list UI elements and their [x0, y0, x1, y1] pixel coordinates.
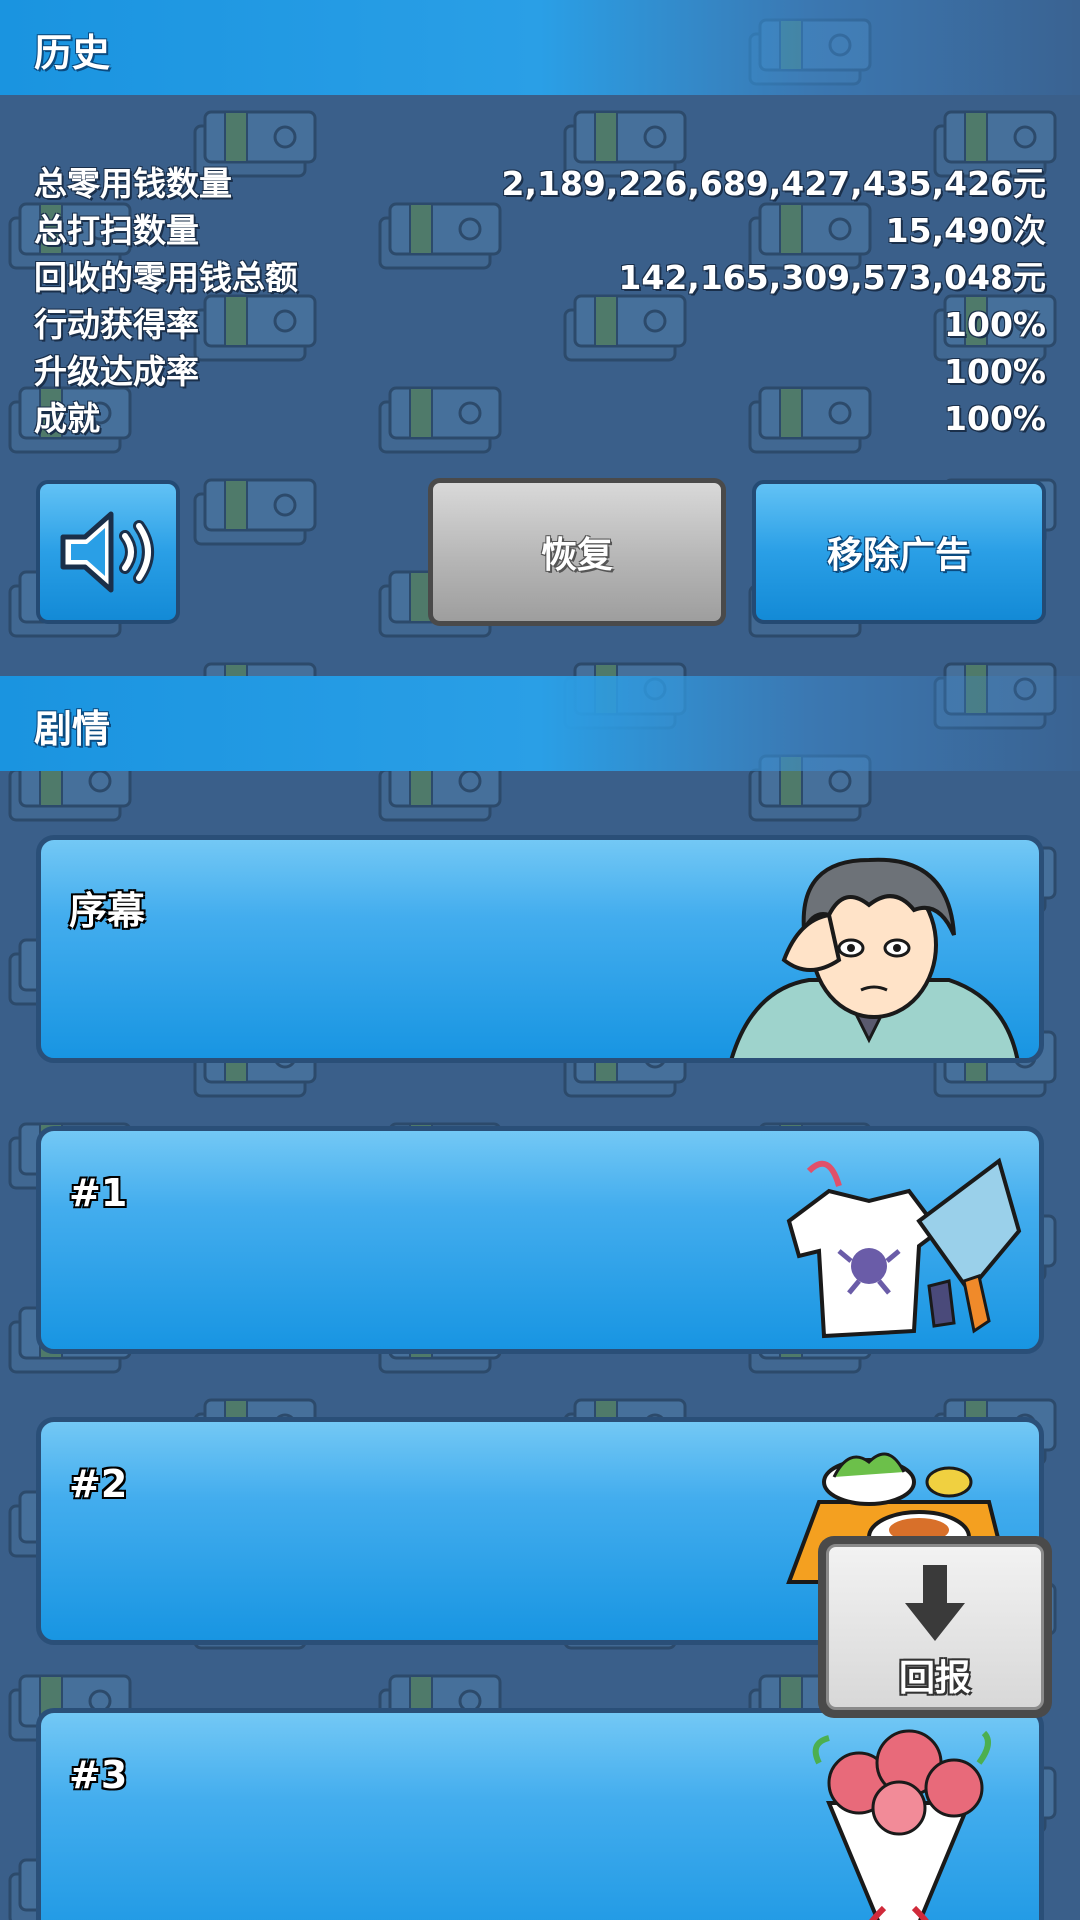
arrow-down-icon: [905, 1565, 965, 1641]
stat-value: 15,490次: [885, 211, 1046, 250]
stat-total-cleanings: 总打扫数量 15,490次: [34, 207, 1046, 254]
remove-ads-button[interactable]: 移除广告: [752, 480, 1046, 624]
laundry-icon: [786, 1157, 1022, 1339]
story-chapter-3[interactable]: #3: [36, 1708, 1044, 1920]
character-portrait-icon: [729, 857, 1020, 1058]
stat-action-rate: 行动获得率 100%: [34, 301, 1046, 348]
history-header: 历史: [0, 0, 1080, 95]
chapter-title: #2: [69, 1462, 128, 1506]
history-title: 历史: [34, 31, 111, 75]
stat-label: 回收的零用钱总额: [34, 258, 298, 297]
stat-total-allowance: 总零用钱数量 2,189,226,689,427,435,426元: [34, 160, 1046, 207]
report-button[interactable]: 回报: [818, 1536, 1052, 1718]
chapter-title: 序幕: [69, 889, 146, 933]
stat-label: 升级达成率: [34, 352, 199, 391]
stat-value: 100%: [944, 399, 1046, 438]
story-header: 剧情: [0, 676, 1080, 771]
stat-label: 成就: [34, 399, 100, 438]
bouquet-icon: [812, 1729, 991, 1920]
stat-label: 行动获得率: [34, 305, 199, 344]
restore-button[interactable]: 恢复: [428, 478, 726, 626]
stat-label: 总打扫数量: [34, 211, 199, 250]
stat-value: 100%: [944, 305, 1046, 344]
report-button-face: 回报: [826, 1544, 1044, 1710]
stat-value: 100%: [944, 352, 1046, 391]
speaker-icon: [60, 511, 154, 593]
stat-upgrade-rate: 升级达成率 100%: [34, 348, 1046, 395]
stat-value: 142,165,309,573,048元: [618, 258, 1046, 297]
history-stats: 总零用钱数量 2,189,226,689,427,435,426元 总打扫数量 …: [34, 160, 1046, 442]
sound-toggle-button[interactable]: [36, 480, 180, 624]
chapter-title: #1: [69, 1171, 128, 1215]
report-button-label: 回报: [898, 1658, 971, 1699]
story-chapter-1[interactable]: #1: [36, 1126, 1044, 1354]
story-title: 剧情: [34, 707, 111, 751]
story-chapter-prologue[interactable]: 序幕: [36, 835, 1044, 1063]
stat-value: 2,189,226,689,427,435,426元: [501, 164, 1046, 203]
stat-label: 总零用钱数量: [34, 164, 232, 203]
stat-achievements: 成就 100%: [34, 395, 1046, 442]
chapter-title: #3: [69, 1753, 128, 1797]
stat-recovered-allowance: 回收的零用钱总额 142,165,309,573,048元: [34, 254, 1046, 301]
